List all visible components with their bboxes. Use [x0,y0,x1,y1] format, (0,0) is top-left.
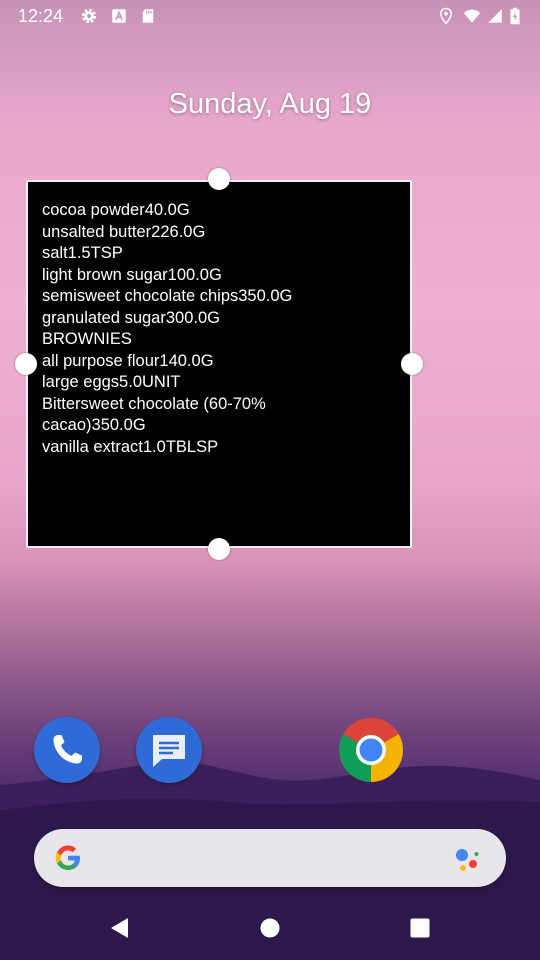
navigation-bar [0,900,540,960]
resize-handle-right[interactable] [401,353,423,375]
wifi-icon [463,9,481,23]
chrome-app-button[interactable] [338,717,404,783]
sd-card-icon [142,9,154,23]
messages-app-button[interactable] [136,717,202,783]
chrome-icon [339,718,403,782]
location-icon [439,7,453,25]
recents-icon[interactable] [408,916,432,940]
status-bar: 12:24 [0,0,540,32]
phone-icon [53,735,82,764]
signal-icon [488,9,502,23]
list-item: granulated sugar300.0G [42,308,220,327]
ingredient-list: cocoa powder40.0G unsalted butter226.0G … [28,182,410,458]
gear-icon [81,8,97,24]
status-time: 12:24 [18,6,64,26]
list-item: light brown sugar100.0G [42,265,222,284]
recipe-widget[interactable]: cocoa powder40.0G unsalted butter226.0G … [26,180,412,548]
list-item: all purpose flour140.0G [42,351,214,370]
battery-icon [510,7,520,25]
date-label[interactable]: Sunday, Aug 19 [0,88,540,121]
messages-icon [153,735,185,767]
home-icon[interactable] [258,916,282,940]
list-item: vanilla extract1.0TBLSP [42,437,219,456]
list-item: unsalted butter226.0G [42,222,206,241]
assistant-icon[interactable] [452,843,484,875]
font-a-icon [112,9,126,23]
list-item: salt1.5TSP [42,244,123,262]
resize-handle-top[interactable] [208,168,230,190]
resize-handle-left[interactable] [15,353,37,375]
phone-app-button[interactable] [34,717,100,783]
list-item: BROWNIES [42,330,132,348]
list-item: cocoa powder40.0G [42,201,190,219]
list-item: large eggs5.0UNIT [42,373,181,391]
list-item: semisweet chocolate chips350.0G [42,287,293,305]
resize-handle-bottom[interactable] [208,538,230,560]
google-g-icon [55,845,80,870]
back-icon[interactable] [108,916,132,940]
list-item: Bittersweet chocolate (60-70% cacao)350.… [42,394,266,435]
google-search-bar[interactable] [34,829,506,887]
